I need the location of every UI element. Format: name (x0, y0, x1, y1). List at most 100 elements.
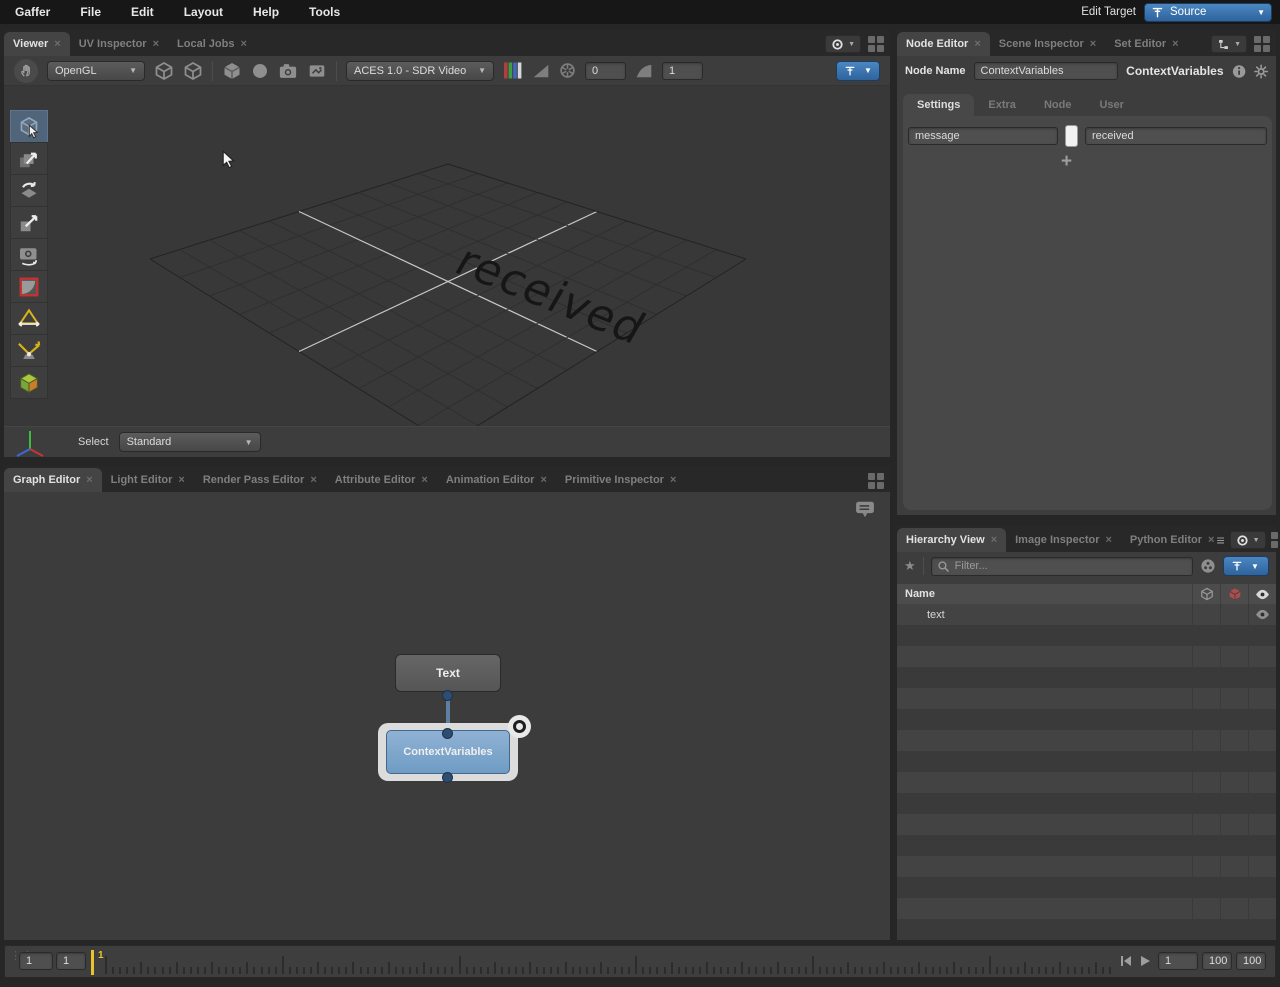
node-input-plug[interactable] (442, 728, 453, 739)
node-graph-canvas[interactable]: Text ContextVariables (4, 492, 890, 940)
tab-viewer[interactable]: Viewer × (4, 32, 70, 56)
menu-tools[interactable]: Tools (294, 0, 355, 24)
hamburger-icon[interactable]: ≡ (1216, 532, 1224, 548)
play-button[interactable] (1138, 954, 1152, 968)
variable-enabled-toggle[interactable] (1065, 125, 1078, 147)
scene-view-tool-button[interactable] (10, 366, 48, 399)
info-icon[interactable] (1232, 63, 1246, 80)
select-mode-dropdown[interactable]: Standard ▼ (119, 432, 261, 452)
tab-attribute-editor[interactable]: Attribute Editor× (326, 468, 437, 492)
close-icon[interactable]: × (1090, 38, 1096, 50)
select-tool-button[interactable] (10, 110, 48, 143)
edit-target-dropdown[interactable]: Source ▼ (1144, 3, 1272, 22)
exclusions-column-header[interactable] (1220, 584, 1248, 604)
timeline-start-field[interactable]: 1 (19, 952, 53, 970)
rgb-channels-icon[interactable] (503, 62, 523, 79)
wireframe-cube-icon[interactable] (154, 61, 174, 81)
annotation-bubble-icon[interactable] (854, 500, 876, 519)
tab-set-editor[interactable]: Set Editor× (1105, 32, 1187, 56)
tab-animation-editor[interactable]: Animation Editor× (437, 468, 556, 492)
variable-value-field[interactable]: received (1085, 127, 1267, 145)
close-icon[interactable]: × (974, 38, 980, 50)
sphere-shading-icon[interactable] (251, 62, 269, 80)
node-output-plug[interactable] (442, 772, 453, 783)
close-icon[interactable]: × (178, 474, 184, 486)
playhead-marker[interactable] (91, 950, 94, 975)
tab-python-editor[interactable]: Python Editor× (1121, 528, 1217, 552)
add-variable-button[interactable]: + (1061, 154, 1072, 170)
bookmark-star-icon[interactable]: ★ (904, 558, 916, 574)
shaded-cube-icon[interactable] (183, 61, 203, 81)
close-icon[interactable]: × (540, 474, 546, 486)
rotate-tool-button[interactable] (10, 174, 48, 207)
end-frame-field[interactable]: 100 (1202, 952, 1232, 970)
layout-menu-icon[interactable] (868, 473, 884, 489)
tab-scene-inspector[interactable]: Scene Inspector× (990, 32, 1105, 56)
light-tool-button[interactable] (10, 302, 48, 335)
display-transform-dropdown[interactable]: ACES 1.0 - SDR Video ▼ (346, 61, 494, 81)
hierarchy-row-text[interactable]: text (897, 604, 1276, 625)
exposure-field[interactable]: 0 (585, 62, 626, 80)
close-icon[interactable]: × (310, 474, 316, 486)
visibility-cell[interactable] (1248, 604, 1276, 625)
variable-name-field[interactable]: message (908, 127, 1058, 145)
name-column-header[interactable]: Name (897, 588, 1192, 600)
aperture-icon[interactable] (559, 62, 576, 79)
set-filter-icon[interactable] (1200, 558, 1216, 574)
focus-ring-badge[interactable] (508, 715, 531, 738)
camera-icon[interactable] (278, 61, 298, 81)
renderer-dropdown[interactable]: OpenGL ▼ (47, 61, 145, 81)
exclusions-cell[interactable] (1220, 604, 1248, 625)
close-icon[interactable]: × (1208, 534, 1214, 546)
layout-menu-icon[interactable] (868, 36, 884, 52)
translate-tool-button[interactable] (10, 142, 48, 175)
subtab-extra[interactable]: Extra (974, 94, 1030, 116)
gear-icon[interactable] (1254, 63, 1268, 80)
hierarchy-pin-dropdown[interactable]: ▼ (1223, 556, 1269, 576)
crop-window-tool-button[interactable] (10, 270, 48, 303)
menu-help[interactable]: Help (238, 0, 294, 24)
node-output-plug[interactable] (442, 690, 453, 701)
node-name-field[interactable]: ContextVariables (974, 62, 1119, 80)
close-icon[interactable]: × (991, 534, 997, 546)
close-icon[interactable]: × (1172, 38, 1178, 50)
close-icon[interactable]: × (670, 474, 676, 486)
gamma-field[interactable]: 1 (662, 62, 703, 80)
tab-hierarchy-view[interactable]: Hierarchy View× (897, 528, 1006, 552)
menu-gaffer[interactable]: Gaffer (0, 0, 65, 24)
editor-focus-dropdown[interactable]: ▼ (1211, 35, 1247, 53)
tab-graph-editor[interactable]: Graph Editor× (4, 468, 102, 492)
close-icon[interactable]: × (1105, 534, 1111, 546)
close-icon[interactable]: × (240, 38, 246, 50)
ramp-icon[interactable] (532, 62, 550, 80)
inclusions-cell[interactable] (1192, 604, 1220, 625)
tab-uv-inspector[interactable]: UV Inspector × (70, 32, 168, 56)
timeline-current-field[interactable]: 1 (56, 952, 86, 970)
filter-input[interactable] (955, 560, 1187, 572)
subtab-user[interactable]: User (1085, 94, 1137, 116)
close-icon[interactable]: × (421, 474, 427, 486)
close-icon[interactable]: × (86, 474, 92, 486)
layout-menu-icon[interactable] (1271, 532, 1280, 548)
frame-field[interactable]: 1 (1158, 952, 1198, 970)
layout-menu-icon[interactable] (1254, 36, 1270, 52)
image-layers-icon[interactable] (307, 62, 327, 80)
viewer-pin-dropdown[interactable]: ▼ (836, 61, 880, 81)
fps-field[interactable]: 100 (1236, 952, 1266, 970)
tab-light-editor[interactable]: Light Editor× (102, 468, 194, 492)
tab-render-pass-editor[interactable]: Render Pass Editor× (194, 468, 326, 492)
menu-edit[interactable]: Edit (116, 0, 169, 24)
visibility-column-header[interactable] (1248, 584, 1276, 604)
tab-image-inspector[interactable]: Image Inspector× (1006, 528, 1121, 552)
skip-to-start-button[interactable] (1119, 954, 1133, 968)
close-icon[interactable]: × (54, 38, 60, 50)
hierarchy-focus-dropdown[interactable]: ▼ (1230, 531, 1266, 549)
node-text[interactable]: Text (395, 654, 501, 692)
close-icon[interactable]: × (153, 38, 159, 50)
light-position-tool-button[interactable] (10, 334, 48, 367)
tab-node-editor[interactable]: Node Editor× (897, 32, 990, 56)
menu-file[interactable]: File (65, 0, 116, 24)
gamma-curve-icon[interactable] (635, 62, 653, 80)
viewport-3d[interactable]: received (4, 86, 890, 426)
camera-tool-button[interactable] (10, 238, 48, 271)
